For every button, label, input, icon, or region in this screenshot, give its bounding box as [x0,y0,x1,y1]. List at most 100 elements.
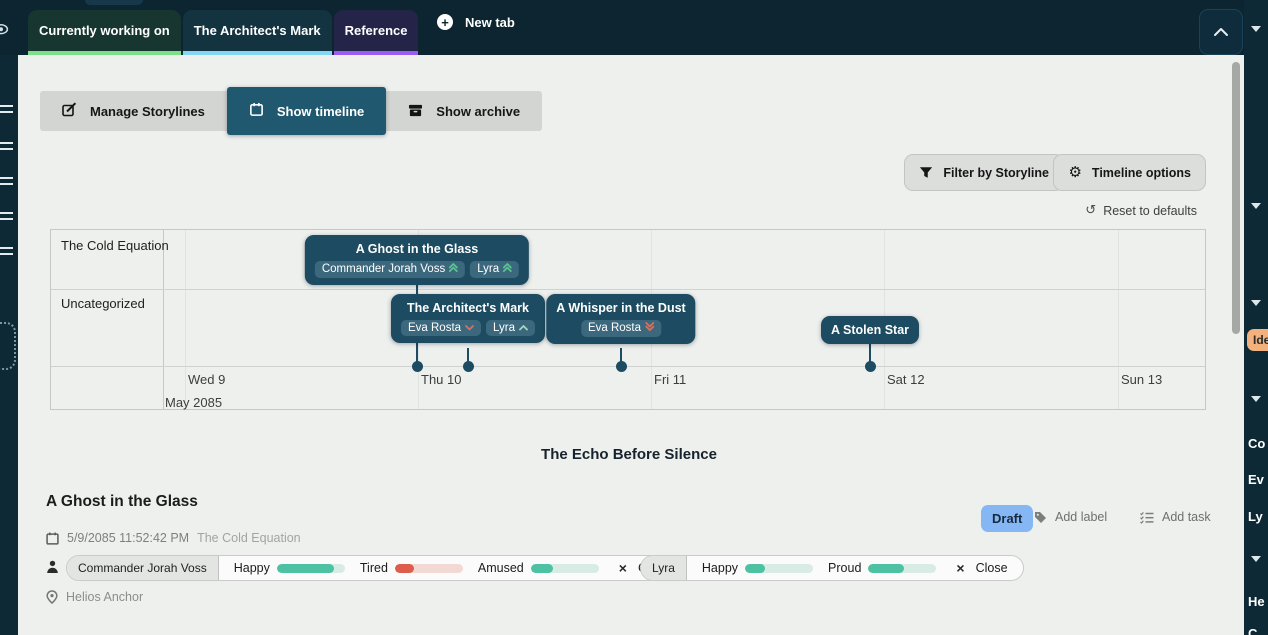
add-label-button[interactable]: Add label [1034,510,1107,524]
gear-icon: ⚙ [1068,165,1081,180]
chevron-down-icon[interactable] [1251,396,1261,402]
scene-datetime[interactable]: 5/9/2085 11:52:42 PM [67,531,189,545]
event-card-the-architect-s-mark[interactable]: The Architect's MarkEva RostaLyra [391,294,545,343]
character-pill-lyra[interactable]: Lyra Happy Proud ×Close [640,555,1024,581]
event-character-tags: Eva Rosta [556,320,685,337]
scene-title[interactable]: A Ghost in the Glass [46,493,198,511]
character-tag-commander-jorah-voss[interactable]: Commander Jorah Voss [315,261,465,278]
mood-meter-fill [395,564,414,573]
manage-storylines-button[interactable]: Manage Storylines [40,91,227,131]
chevron-down-icon[interactable] [1251,26,1261,32]
filter-by-storyline-button[interactable]: Filter by Storyline [904,154,1064,191]
character-tag-name: Eva Rosta [408,322,461,334]
scene-storyline[interactable]: The Cold Equation [197,531,301,545]
trend-down-icon [645,322,654,332]
mood-meter[interactable] [531,564,599,573]
event-axis-dot[interactable] [412,361,423,372]
filter-icon [919,166,933,179]
add-task-button[interactable]: Add task [1140,510,1211,524]
left-collapsed-panel[interactable] [0,55,18,635]
event-character-tags: Eva Rosta Lyra [401,320,535,336]
mood-happy: Happy [234,561,345,575]
character-tag-lyra[interactable]: Lyra [470,261,519,278]
event-card-a-whisper-in-the-dust[interactable]: A Whisper in the DustEva Rosta [546,294,695,344]
axis-day-label: Thu 10 [421,372,461,387]
tab-currently-working-on[interactable]: Currently working on [28,10,181,55]
drag-handle-icon [0,177,13,185]
button-label: Show archive [436,104,520,119]
status-badge[interactable]: Draft [981,505,1033,532]
drag-handle-icon [0,212,13,220]
mood-meter-fill [277,564,334,573]
character-name[interactable]: Commander Jorah Voss [67,556,219,580]
close-icon: × [956,561,964,575]
reset-to-defaults-button[interactable]: ↺ Reset to defaults [1085,203,1197,218]
mood-happy: Happy [702,561,813,575]
edit-icon [62,102,77,120]
character-tag-lyra[interactable]: Lyra [486,320,535,336]
sidebar-item-he[interactable]: He [1248,594,1265,609]
event-card-a-stolen-star[interactable]: A Stolen Star [821,316,919,344]
sidebar-item-ev[interactable]: Ev [1248,472,1264,487]
event-axis-dot[interactable] [616,361,627,372]
mood-trend-icon [519,322,528,334]
tab-reference[interactable]: Reference [334,10,419,55]
mood-label: Happy [234,561,270,575]
location-pin-icon [46,590,58,604]
mood-trend-icon [503,263,512,276]
storyline-column-divider [163,230,164,409]
tab-the-architect-s-mark[interactable]: The Architect's Mark [183,10,332,55]
mood-trend-icon [645,322,654,335]
show-timeline-button[interactable]: Show timeline [227,87,386,135]
character-pill-commander-jorah-voss[interactable]: Commander Jorah VossHappyTiredAmused×Clo… [66,555,686,581]
event-card-a-ghost-in-the-glass[interactable]: A Ghost in the Glass Commander Jorah Voss… [305,235,529,285]
mood-meter[interactable] [277,564,345,573]
event-axis-dot[interactable] [865,361,876,372]
character-tag-eva-rosta[interactable]: Eva Rosta [581,320,661,337]
axis-month-label: May 2085 [165,395,222,410]
scene-meta-row: 5/9/2085 11:52:42 PM The Cold Equation [46,531,301,545]
event-title: A Ghost in the Glass [315,242,519,256]
task-list-icon [1140,511,1154,524]
add-task-text: Add task [1162,510,1211,524]
add-label-text: Add label [1055,510,1107,524]
character-tag-name: Lyra [493,322,515,334]
filter-button-label: Filter by Storyline [943,166,1049,180]
app-window: Currently working onThe Architect's Mark… [0,0,1268,635]
button-label: Show timeline [277,104,364,119]
right-collapsed-sidebar[interactable]: Ide Co Ev Ly He C [1244,0,1268,635]
day-gridline [1118,230,1119,409]
close-character-button[interactable]: ×Close [956,561,1007,575]
timeline-options-button[interactable]: ⚙ Timeline options [1053,154,1206,191]
new-tab-button[interactable]: + New tab [437,14,515,30]
view-switcher: Manage Storylines Show timeline Show archi… [40,91,542,131]
mood-meter[interactable] [745,564,813,573]
character-tag-name: Lyra [477,263,499,275]
chevron-down-icon[interactable] [1251,300,1261,306]
show-archive-button[interactable]: Show archive [386,91,542,131]
collapse-tabs-button[interactable] [1199,9,1243,55]
timeline-grid: The Cold EquationUncategorizedWed 9Thu 1… [50,229,1206,410]
mood-meter[interactable] [868,564,936,573]
character-name[interactable]: Lyra [641,556,687,580]
drag-handle-icon [0,105,13,113]
location-row[interactable]: Helios Anchor [46,590,143,604]
event-axis-dot[interactable] [463,361,474,372]
mood-label: Proud [828,561,861,575]
chevron-down-icon[interactable] [1251,556,1261,562]
storyline-row-label: The Cold Equation [61,238,169,253]
sidebar-item-c[interactable]: C [1248,626,1257,635]
mood-meter[interactable] [395,564,463,573]
vertical-scrollbar[interactable] [1232,62,1240,334]
idea-badge[interactable]: Ide [1247,329,1268,351]
mood-proud: Proud [828,561,936,575]
sidebar-item-ly[interactable]: Ly [1248,509,1263,524]
window-notch [85,0,143,5]
day-gridline [185,230,186,409]
eye-icon[interactable] [0,23,9,41]
trend-up-icon [503,263,512,273]
chevron-down-icon[interactable] [1251,203,1261,209]
character-tag-eva-rosta[interactable]: Eva Rosta [401,320,481,336]
sidebar-item-co[interactable]: Co [1248,436,1265,451]
mood-trend-icon [449,263,458,276]
